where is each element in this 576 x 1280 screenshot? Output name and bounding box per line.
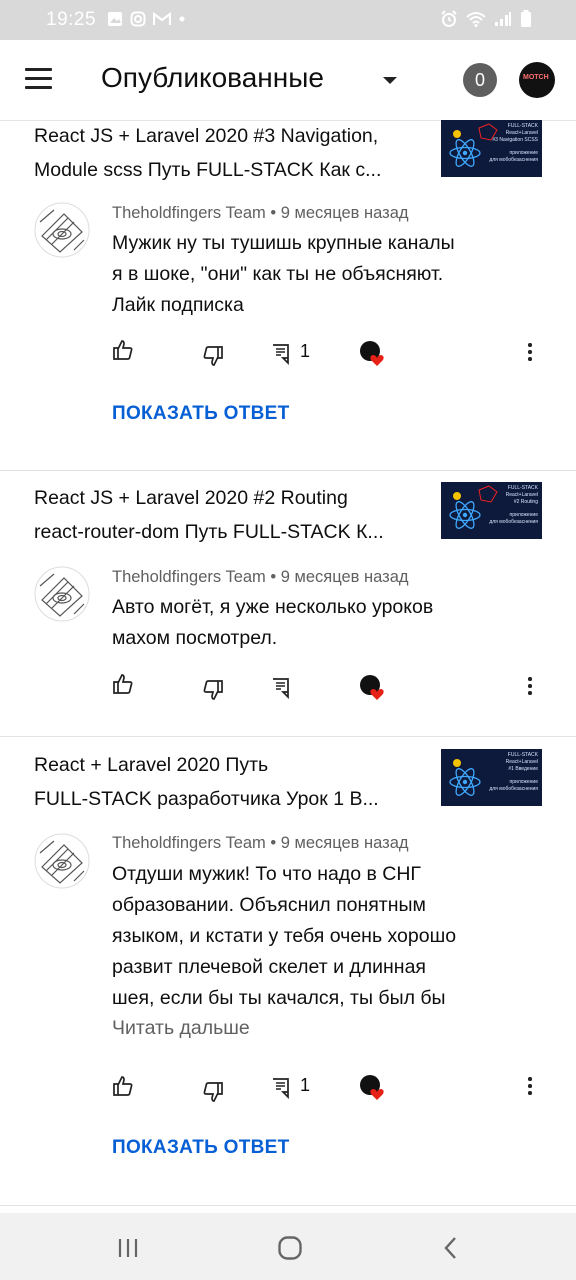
avatar-text: MOTCH [523, 74, 549, 81]
comment-item: React JS + Laravel 2020 #2 Routing react… [0, 470, 576, 737]
like-icon[interactable] [112, 672, 134, 696]
creator-heart-icon[interactable] [359, 674, 385, 700]
back-icon[interactable] [440, 1235, 462, 1261]
gallery-icon [108, 12, 122, 26]
reply-icon[interactable] [271, 1076, 291, 1100]
like-icon[interactable] [112, 1074, 134, 1098]
like-icon[interactable] [112, 338, 134, 362]
read-more-link[interactable]: Читать дальше [112, 1017, 250, 1040]
show-reply-button[interactable]: ПОКАЗАТЬ ОТВЕТ [112, 1137, 290, 1159]
more-options-icon[interactable] [527, 676, 533, 696]
comment-text: Отдуши мужик! То что надо в СНГ образова… [112, 863, 457, 1009]
app-bar: Опубликованные 0 MOTCH [0, 40, 576, 121]
comment-time: 9 месяцев назад [280, 568, 409, 586]
home-icon[interactable] [277, 1235, 303, 1261]
video-title[interactable]: React + Laravel 2020 Путь FULL-STACK раз… [34, 748, 414, 816]
more-options-icon[interactable] [527, 342, 533, 362]
comment-meta: Theholdfingers Team • 9 месяцев назад [112, 834, 409, 852]
menu-icon[interactable] [25, 68, 53, 90]
comment-text: Авто могёт, я уже несколько уроков махом… [112, 596, 434, 649]
video-title[interactable]: React JS + Laravel 2020 #3 Navigation, M… [34, 119, 414, 187]
comment-item: React + Laravel 2020 Путь FULL-STACK раз… [0, 737, 576, 1206]
comment-time: 9 месяцев назад [280, 834, 409, 852]
status-time: 19:25 [46, 9, 97, 30]
dislike-icon[interactable] [202, 344, 224, 368]
comment-author[interactable]: Theholdfingers Team [112, 834, 266, 852]
reply-icon[interactable] [271, 342, 291, 366]
reply-count: 1 [300, 1075, 311, 1095]
comment-time: 9 месяцев назад [280, 204, 409, 222]
notification-count-badge[interactable]: 0 [463, 63, 497, 97]
status-bar: 19:25 [0, 0, 576, 40]
creator-heart-icon[interactable] [359, 340, 385, 366]
video-thumbnail[interactable]: FULL-STACK React+Laravel #3 Navigation S… [441, 120, 542, 177]
dislike-icon[interactable] [202, 678, 224, 702]
commenter-avatar[interactable] [34, 566, 90, 622]
battery-icon [521, 10, 531, 27]
page-title[interactable]: Опубликованные [101, 62, 324, 94]
dislike-icon[interactable] [202, 1080, 224, 1104]
alarm-icon [441, 10, 457, 27]
reply-icon[interactable] [271, 676, 291, 700]
more-options-icon[interactable] [527, 1076, 533, 1096]
dropdown-arrow-icon[interactable] [383, 77, 397, 84]
comment-item: React JS + Laravel 2020 #3 Navigation, M… [0, 120, 576, 471]
video-thumbnail[interactable]: FULL-STACK React+Laravel #2 Routing прил… [441, 482, 542, 539]
dot-icon [179, 16, 185, 22]
signal-icon [495, 12, 511, 26]
recent-apps-icon[interactable] [117, 1237, 139, 1259]
instagram-icon [130, 11, 146, 27]
video-title[interactable]: React JS + Laravel 2020 #2 Routing react… [34, 481, 414, 549]
gmail-icon [153, 12, 171, 25]
reply-count: 1 [300, 341, 311, 361]
notification-icons [107, 11, 186, 27]
commenter-avatar[interactable] [34, 833, 90, 889]
commenter-avatar[interactable] [34, 202, 90, 258]
system-nav-bar [0, 1213, 576, 1280]
account-avatar[interactable]: MOTCH [519, 62, 555, 98]
wifi-icon [466, 12, 486, 27]
creator-heart-icon[interactable] [359, 1074, 385, 1100]
comment-meta: Theholdfingers Team • 9 месяцев назад [112, 568, 409, 586]
system-icons [440, 10, 532, 28]
comment-author[interactable]: Theholdfingers Team [112, 204, 266, 222]
show-reply-button[interactable]: ПОКАЗАТЬ ОТВЕТ [112, 403, 290, 425]
video-thumbnail[interactable]: FULL-STACK React+Laravel #1 Введение при… [441, 749, 542, 806]
comment-meta: Theholdfingers Team • 9 месяцев назад [112, 204, 409, 222]
comment-text: Мужик ну ты тушишь крупные каналы я в шо… [112, 232, 455, 316]
comment-author[interactable]: Theholdfingers Team [112, 568, 266, 586]
